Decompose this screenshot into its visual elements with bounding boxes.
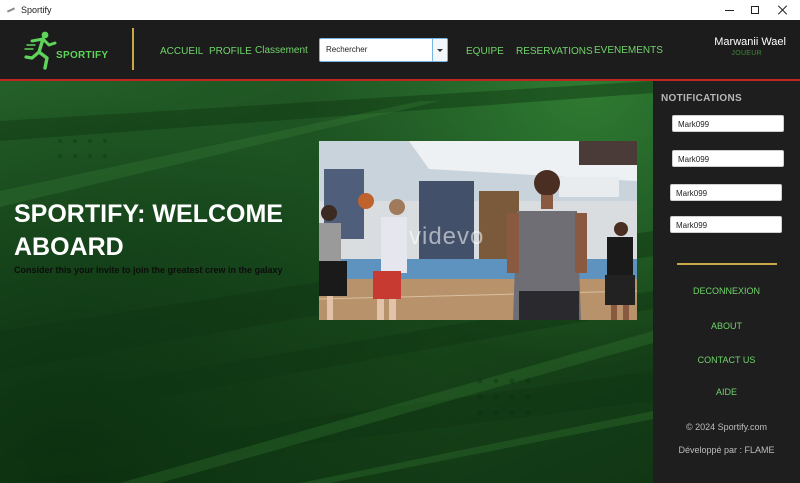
notifications-title: NOTIFICATIONS xyxy=(661,93,742,104)
nav-reservations[interactable]: RESERVATIONS xyxy=(516,46,593,57)
hero-section: SPORTIFY: WELCOME ABOARD Consider this y… xyxy=(0,81,653,483)
nav-accueil[interactable]: ACCUEIL xyxy=(160,46,203,57)
about-link[interactable]: ABOUT xyxy=(653,321,800,331)
aide-link[interactable]: AIDE xyxy=(653,387,800,397)
search-combobox[interactable]: Rechercher xyxy=(319,38,448,62)
close-icon xyxy=(778,5,788,15)
app-icon xyxy=(6,5,16,15)
minimize-icon xyxy=(724,9,734,11)
nav-evenements[interactable]: EVENEMENTS xyxy=(594,45,663,56)
notification-item[interactable]: Mark099 xyxy=(670,184,782,201)
deconnexion-link[interactable]: DECONNEXION xyxy=(653,286,800,296)
hero-subtitle: Consider this your invite to join the gr… xyxy=(14,265,283,275)
app-header: SPORTIFY ACCUEIL PROFILE Classement Rech… xyxy=(0,20,800,79)
user-role: JOUEUR xyxy=(731,50,762,57)
sidebar-divider xyxy=(677,263,777,265)
chevron-down-icon[interactable] xyxy=(432,39,447,61)
hero-video[interactable]: videvo xyxy=(319,141,637,320)
developer-credit: Développé par : FLAME xyxy=(678,445,775,455)
right-sidebar: NOTIFICATIONS Mark099 Mark099 Mark099 Ma… xyxy=(653,81,800,483)
user-name: Marwanii Wael xyxy=(714,36,786,48)
brand-name: SPORTIFY xyxy=(56,50,109,61)
window-title: Sportify xyxy=(21,5,52,15)
hero-title: SPORTIFY: WELCOME ABOARD xyxy=(14,200,283,261)
video-watermark: videvo xyxy=(409,223,485,250)
runner-icon xyxy=(24,31,57,70)
copyright-text: © 2024 Sportify.com xyxy=(686,422,767,432)
nav-equipe[interactable]: EQUIPE xyxy=(466,46,504,57)
maximize-icon xyxy=(751,6,759,14)
nav-profile[interactable]: PROFILE xyxy=(209,46,252,57)
search-input[interactable]: Rechercher xyxy=(326,45,367,54)
logo[interactable]: SPORTIFY xyxy=(24,31,108,73)
nav-classement[interactable]: Classement xyxy=(255,45,308,56)
window-titlebar: Sportify xyxy=(0,0,800,20)
notification-item[interactable]: Mark099 xyxy=(672,115,784,132)
notification-item[interactable]: Mark099 xyxy=(672,150,784,167)
header-divider xyxy=(132,28,134,70)
close-button[interactable] xyxy=(766,0,800,20)
contact-us-link[interactable]: CONTACT US xyxy=(653,355,800,365)
notification-item[interactable]: Mark099 xyxy=(670,216,782,233)
